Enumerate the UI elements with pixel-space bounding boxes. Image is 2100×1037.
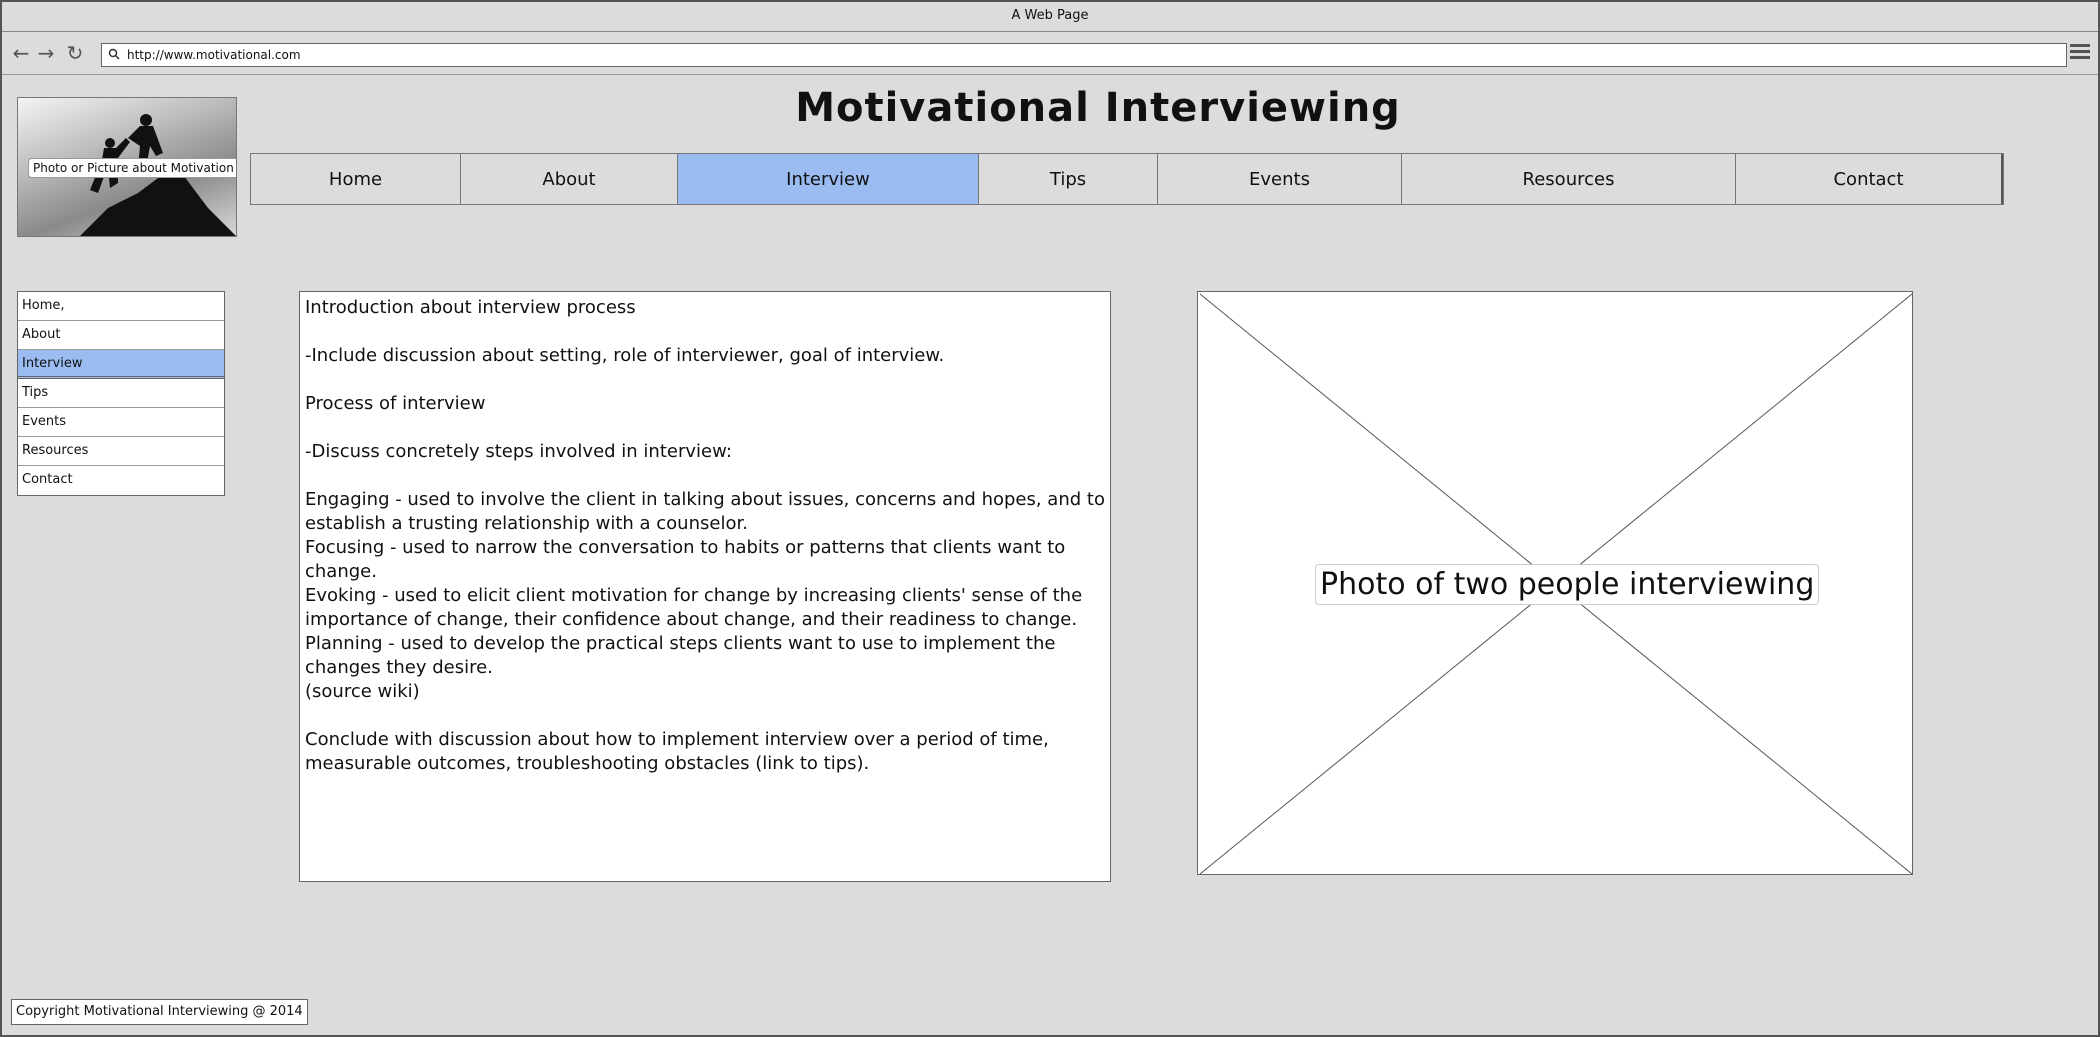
content-spacer — [305, 320, 1105, 344]
photo-label: Photo of two people interviewing — [1315, 564, 1820, 605]
content-paragraph: (source wiki) — [305, 681, 420, 702]
content-spacer — [305, 464, 1105, 488]
address-bar[interactable]: http://www.motivational.com — [101, 43, 2067, 67]
photo-placeholder: Photo of two people interviewing — [1197, 291, 1913, 875]
url-text: http://www.motivational.com — [127, 48, 301, 62]
sidebar-item-resources[interactable]: Resources — [18, 437, 224, 466]
tab-resources[interactable]: Resources — [1402, 154, 1736, 204]
tab-about[interactable]: About — [461, 154, 678, 204]
content-paragraph: Conclude with discussion about how to im… — [305, 729, 1055, 774]
top-navigation: Home About Interview Tips Events Resourc… — [250, 153, 2004, 205]
side-navigation: Home, About Interview Tips Events Resour… — [17, 291, 225, 496]
content-spacer — [305, 416, 1105, 440]
tab-contact[interactable]: Contact — [1736, 154, 2003, 204]
content-paragraph: Focusing - used to narrow the conversati… — [305, 537, 1072, 582]
hamburger-menu-icon[interactable] — [2070, 44, 2090, 62]
content-spacer — [305, 704, 1105, 728]
content-spacer — [305, 368, 1105, 392]
tab-home[interactable]: Home — [251, 154, 461, 204]
footer-copyright: Copyright Motivational Interviewing @ 20… — [11, 999, 308, 1025]
sidebar-item-events[interactable]: Events — [18, 408, 224, 437]
main-content: Introduction about interview process -In… — [299, 291, 1111, 882]
page-title: Motivational Interviewing — [795, 85, 1401, 131]
sidebar-item-about[interactable]: About — [18, 321, 224, 350]
browser-toolbar: ← → ↻ http://www.motivational.com — [2, 33, 2098, 75]
content-paragraph: Process of interview — [305, 393, 486, 414]
logo-image: Photo or Picture about Motivation — [17, 97, 237, 237]
sidebar-item-interview[interactable]: Interview — [18, 350, 224, 379]
tab-interview[interactable]: Interview — [678, 154, 979, 204]
window-title: A Web Page — [2, 2, 2098, 32]
content-paragraph: Evoking - used to elicit client motivati… — [305, 585, 1088, 630]
back-arrow-icon[interactable]: ← — [10, 42, 32, 64]
reload-icon[interactable]: ↻ — [64, 42, 86, 64]
sidebar-item-tips[interactable]: Tips — [18, 379, 224, 408]
search-icon — [108, 48, 120, 60]
forward-arrow-icon[interactable]: → — [35, 42, 57, 64]
content-paragraph: Introduction about interview process — [305, 297, 636, 318]
content-paragraph: Planning - used to develop the practical… — [305, 633, 1062, 678]
tab-tips[interactable]: Tips — [979, 154, 1158, 204]
sidebar-item-contact[interactable]: Contact — [18, 466, 224, 495]
content-paragraph: -Discuss concretely steps involved in in… — [305, 441, 732, 462]
logo-label: Photo or Picture about Motivation — [28, 158, 236, 178]
sidebar-item-home[interactable]: Home, — [18, 292, 224, 321]
content-paragraph: -Include discussion about setting, role … — [305, 345, 945, 366]
content-paragraph: Engaging - used to involve the client in… — [305, 489, 1111, 534]
browser-window: A Web Page ← → ↻ http://www.motivational… — [0, 0, 2100, 1037]
tab-events[interactable]: Events — [1158, 154, 1402, 204]
